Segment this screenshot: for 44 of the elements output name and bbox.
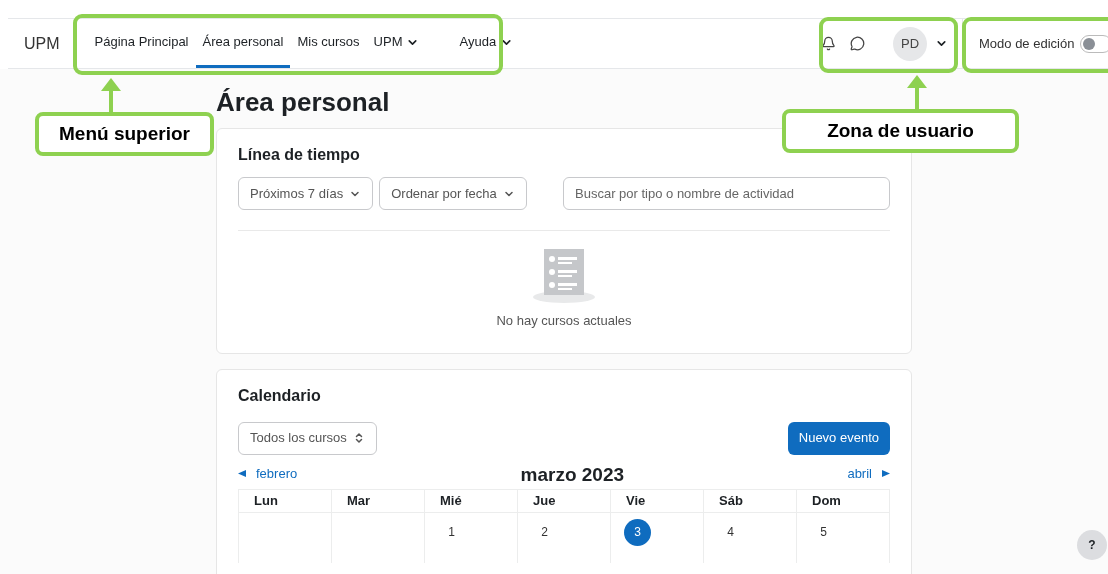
arrow-up-icon [101,78,121,112]
next-month-link[interactable]: abril [847,463,890,484]
nav-link[interactable]: Ayuda [452,19,521,68]
right-triangle-icon [882,470,890,477]
notification-bell-icon[interactable] [821,36,836,51]
empty-message: No hay cursos actuales [496,312,632,330]
filter-dropdown[interactable]: Próximos 7 días [238,177,374,210]
nav-link[interactable]: UPM [366,19,427,68]
weekday-header: Mar [332,489,425,513]
day-number[interactable]: 5 [810,518,837,546]
day-number[interactable]: 1 [438,518,465,546]
weekday-header: Lun [239,489,332,513]
weekday-header: Mié [425,489,518,513]
callout-label: Zona de usuario [782,109,1019,153]
help-button[interactable]: ? [1077,530,1107,560]
card-title: Línea de tiempo [238,145,361,165]
course-select[interactable]: Todos los cursos [238,421,377,455]
left-triangle-icon [238,470,246,477]
chat-bubble-icon[interactable] [850,36,865,51]
arrow-up-icon [907,75,927,109]
callout-label: Menú superior [35,112,214,156]
user-avatar: PD [893,26,927,61]
filter-dropdown[interactable]: Ordenar por fecha [379,177,527,210]
month-title: marzo 2023 [520,463,625,488]
edit-mode-label: Modo de edición [979,34,1075,53]
page-title: Área personal [216,86,391,119]
day-number[interactable]: 4 [717,518,744,546]
nav-link[interactable]: Mis cursos [290,19,367,68]
edit-mode-switch[interactable] [1080,34,1108,53]
previous-month-link[interactable]: febrero [238,463,298,484]
search-field[interactable]: Buscar por tipo o nombre de actividad [563,177,890,210]
weekday-header: Sáb [704,489,797,513]
site-brand[interactable]: UPM [24,31,60,56]
weekday-header: Jue [518,489,611,513]
card-title: Calendario [238,385,322,406]
user-menu-button[interactable]: PD [893,26,948,61]
day-number[interactable]: 3 [624,518,651,546]
nav-link[interactable]: Área personal [195,19,291,68]
empty-list-icon [532,247,596,303]
weekday-header: Dom [797,489,890,513]
new-event-button[interactable]: Nuevo evento [787,421,890,455]
weekday-header: Vie [611,489,704,513]
nav-link[interactable]: Página Principal [87,19,196,68]
day-number[interactable]: 2 [531,518,558,546]
